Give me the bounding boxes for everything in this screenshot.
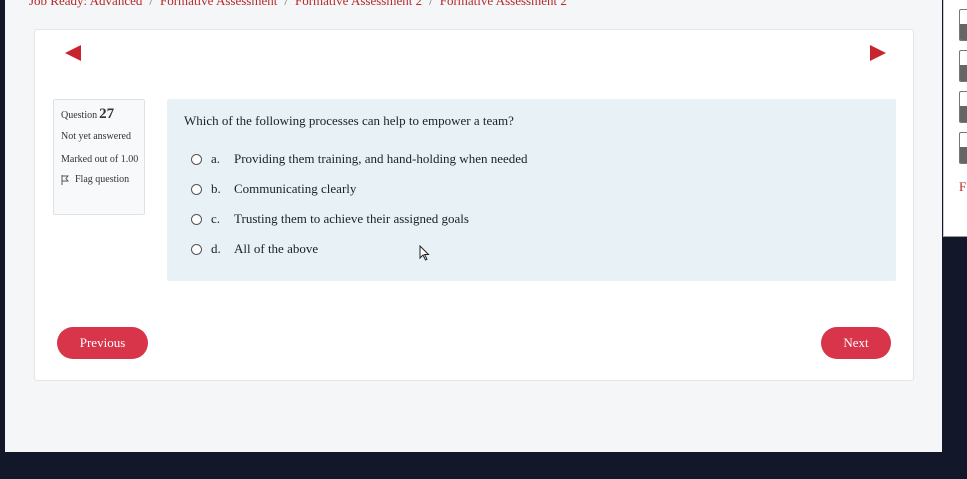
answer-option[interactable]: a. Providing them training, and hand-hol…: [191, 150, 528, 168]
answer-letter: a.: [211, 151, 221, 166]
breadcrumb-item[interactable]: Formative Assessment 2: [295, 0, 422, 8]
next-button[interactable]: Next: [821, 327, 891, 359]
radio-button[interactable]: [191, 243, 202, 255]
nav-question-button[interactable]: [959, 50, 967, 82]
breadcrumb-item[interactable]: Formative Assessment: [160, 0, 277, 8]
next-arrow-icon[interactable]: [870, 45, 886, 61]
flag-question-button[interactable]: Flag question: [61, 174, 144, 185]
answer-option[interactable]: c. Trusting them to achieve their assign…: [191, 210, 469, 228]
question-state: Not yet answered: [61, 131, 131, 142]
radio-button[interactable]: [191, 213, 202, 225]
mouse-cursor-icon: [419, 245, 430, 261]
nav-question-button[interactable]: [959, 91, 967, 123]
radio-button[interactable]: [191, 183, 202, 195]
flag-icon: [61, 174, 69, 185]
answer-text: All of the above: [234, 241, 319, 256]
answer-letter: d.: [211, 241, 221, 256]
answer-option[interactable]: b. Communicating clearly: [191, 180, 356, 198]
question-text: Which of the following processes can hel…: [184, 113, 514, 128]
answer-letter: b.: [211, 181, 221, 196]
question-number: Question 27: [61, 106, 115, 122]
breadcrumb-item[interactable]: Formative Assessment 2: [440, 0, 567, 8]
quiz-card: Question 27 Not yet answered Marked out o…: [34, 29, 914, 381]
answer-text: Providing them training, and hand-holdin…: [234, 151, 528, 166]
side-panel-text: F: [959, 179, 967, 194]
breadcrumb-item[interactable]: Job Ready: Advanced: [29, 0, 142, 8]
question-info: Question 27 Not yet answered Marked out o…: [53, 99, 145, 215]
question-box: Which of the following processes can hel…: [167, 99, 896, 281]
previous-arrow-icon[interactable]: [65, 45, 81, 61]
page: Job Ready: Advanced / Formative Assessment…: [5, 0, 942, 452]
radio-button[interactable]: [191, 153, 202, 165]
answer-option[interactable]: d. All of the above: [191, 240, 318, 258]
breadcrumb: Job Ready: Advanced / Formative Assessment…: [29, 0, 567, 9]
previous-button[interactable]: Previous: [57, 327, 148, 359]
answer-text: Trusting them to achieve their assigned …: [234, 211, 469, 226]
answer-letter: c.: [211, 211, 221, 226]
quiz-navigation-panel: F: [943, 0, 967, 237]
answer-text: Communicating clearly: [234, 181, 357, 196]
nav-question-button[interactable]: [959, 132, 967, 164]
nav-question-button[interactable]: [959, 9, 967, 41]
flag-question-label: Flag question: [75, 174, 130, 185]
question-marks: Marked out of 1.00: [61, 154, 139, 165]
